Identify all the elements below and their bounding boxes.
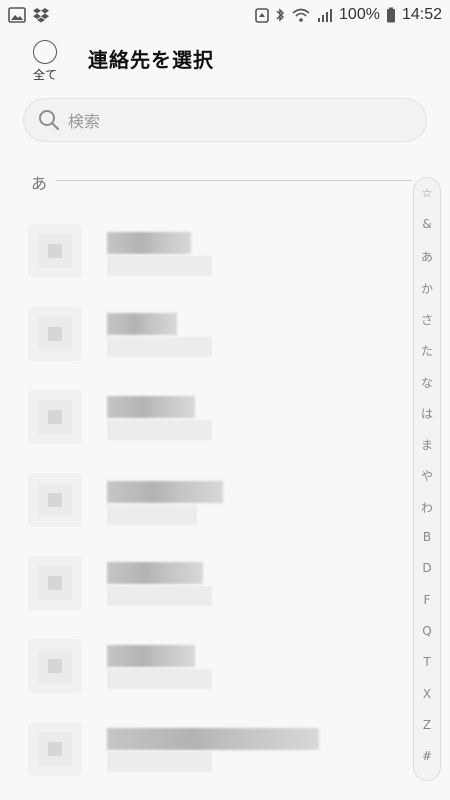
battery-percent: 100% xyxy=(339,6,380,23)
signal-icon xyxy=(317,7,333,23)
contact-row[interactable] xyxy=(0,293,410,373)
index-item[interactable]: わ xyxy=(414,499,440,516)
index-item[interactable]: & xyxy=(414,217,440,231)
contact-row[interactable] xyxy=(0,625,410,705)
contact-name-blurred xyxy=(107,396,195,418)
index-scroller[interactable]: ☆ & あ か さ た な は ま や わ B D F Q T X Z # xyxy=(413,177,441,781)
index-item[interactable]: B xyxy=(414,530,440,544)
clock: 14:52 xyxy=(401,6,442,23)
contact-detail-blurred xyxy=(107,586,212,606)
wifi-icon xyxy=(291,7,311,23)
status-bar-right: 100% 14:52 xyxy=(255,6,442,24)
index-item[interactable]: ☆ xyxy=(414,186,440,200)
index-item[interactable]: Z xyxy=(414,718,440,732)
contact-detail-blurred xyxy=(107,420,212,440)
index-item[interactable]: や xyxy=(414,467,440,484)
section-divider xyxy=(56,180,412,181)
contact-row[interactable] xyxy=(0,459,410,539)
section-header-letter: あ xyxy=(31,174,48,193)
contact-row[interactable] xyxy=(0,542,410,622)
search-icon xyxy=(38,109,60,131)
index-item[interactable]: D xyxy=(414,561,440,575)
contact-detail-blurred xyxy=(107,337,212,357)
index-item[interactable]: # xyxy=(414,749,440,763)
contact-detail-blurred xyxy=(107,256,212,276)
index-item[interactable]: は xyxy=(414,405,440,422)
contact-avatar xyxy=(28,307,82,361)
contact-name-blurred xyxy=(107,645,195,667)
contact-detail-blurred xyxy=(107,752,212,772)
index-item[interactable]: ま xyxy=(414,436,440,453)
bluetooth-icon xyxy=(275,7,285,23)
battery-saver-icon xyxy=(255,7,269,23)
index-item[interactable]: さ xyxy=(414,311,440,328)
contact-name-blurred xyxy=(107,232,191,254)
select-all-label: 全て xyxy=(32,68,57,82)
select-all-circle[interactable] xyxy=(33,40,57,64)
index-item[interactable]: F xyxy=(414,593,440,607)
index-item[interactable]: X xyxy=(414,687,440,701)
contact-detail-blurred xyxy=(107,669,212,689)
dropbox-icon xyxy=(32,7,50,23)
gallery-icon xyxy=(8,7,26,23)
index-item[interactable]: Q xyxy=(414,624,440,638)
contact-name-blurred xyxy=(107,313,177,335)
contact-name-blurred xyxy=(107,562,203,584)
index-item[interactable]: か xyxy=(414,280,440,297)
contact-avatar xyxy=(28,722,82,776)
contact-avatar xyxy=(28,224,82,278)
contact-avatar xyxy=(28,556,82,610)
contact-row[interactable] xyxy=(0,376,410,456)
contact-row[interactable] xyxy=(0,708,410,788)
status-bar-left xyxy=(8,7,50,23)
status-bar: 100% 14:52 xyxy=(0,0,450,30)
search-input[interactable]: 検索 xyxy=(23,98,427,142)
index-item[interactable]: あ xyxy=(414,248,440,265)
select-all-checkbox[interactable]: 全て xyxy=(28,40,62,83)
index-item[interactable]: た xyxy=(414,342,440,359)
battery-icon xyxy=(386,7,396,23)
search-placeholder: 検索 xyxy=(68,112,101,131)
contact-detail-blurred xyxy=(107,505,197,525)
contact-avatar xyxy=(28,639,82,693)
contact-name-blurred xyxy=(107,481,223,503)
contact-name-blurred xyxy=(107,728,319,750)
contact-avatar xyxy=(28,390,82,444)
contact-row[interactable] xyxy=(0,210,410,290)
page-title: 連絡先を選択 xyxy=(88,48,214,72)
index-item[interactable]: T xyxy=(414,655,440,669)
index-item[interactable]: な xyxy=(414,374,440,391)
contact-avatar xyxy=(28,473,82,527)
